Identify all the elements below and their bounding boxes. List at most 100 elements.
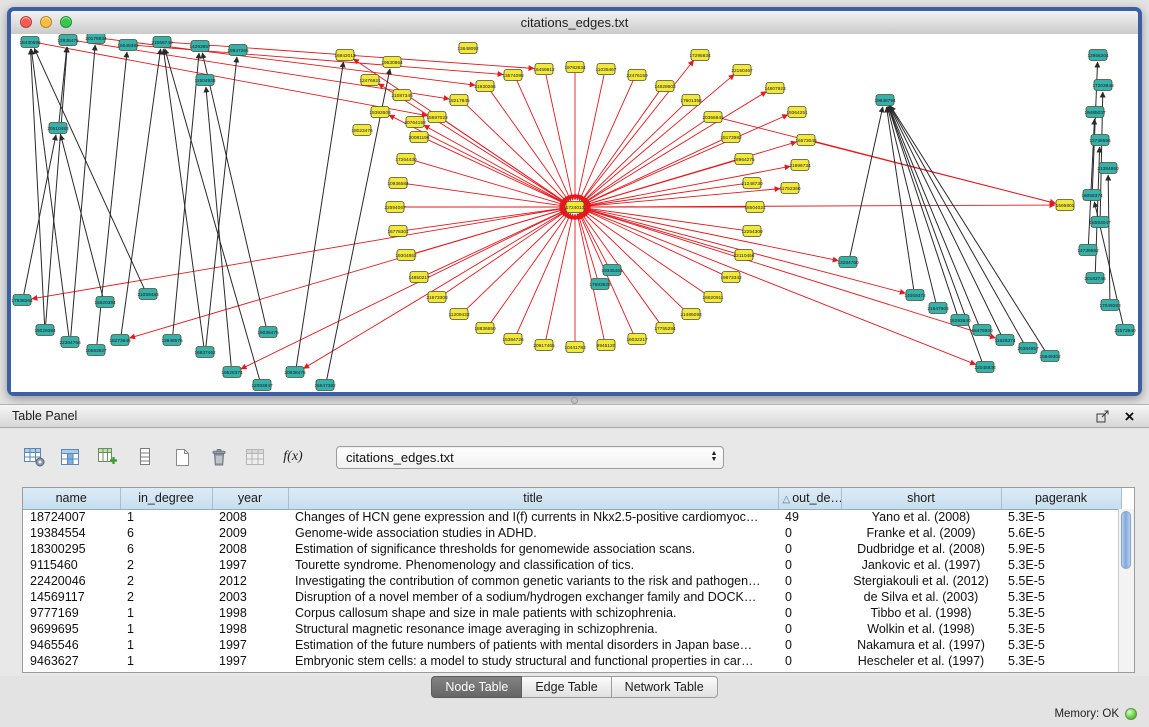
table-cell[interactable]: Structural magnetic resonance image aver… xyxy=(288,621,778,637)
table-cell[interactable]: Tibbo et al. (1998) xyxy=(841,605,1001,621)
graph-node[interactable]: 14850217 xyxy=(408,272,430,283)
window-titlebar[interactable]: citations_edges.txt xyxy=(11,11,1138,35)
graph-node[interactable]: 18964275 xyxy=(733,154,755,165)
table-cell[interactable]: 18724007 xyxy=(23,509,120,525)
table-cell[interactable]: Estimation of significance thresholds fo… xyxy=(288,541,778,557)
table-cell[interactable]: 5.3E-5 xyxy=(1001,605,1121,621)
table-cell[interactable]: 2 xyxy=(120,589,212,605)
table-row[interactable]: 977716911998Corpus callosum shape and si… xyxy=(23,605,1121,621)
graph-node[interactable]: 9945120 xyxy=(597,340,616,351)
graph-node[interactable]: 20510483 xyxy=(47,123,69,134)
table-cell[interactable]: 5.6E-5 xyxy=(1001,525,1121,541)
graph-node[interactable]: 22110456 xyxy=(734,250,755,261)
table-cell[interactable]: 6 xyxy=(120,541,212,557)
graph-node[interactable]: 16842013 xyxy=(334,50,356,61)
graph-node[interactable]: 11928374 xyxy=(995,335,1016,346)
graph-node[interactable]: 20917465 xyxy=(533,340,555,351)
graph-node[interactable]: 17938264 xyxy=(11,295,33,306)
table-cell[interactable]: Corpus callosum shape and size in male p… xyxy=(288,605,778,621)
table-cell[interactable]: 5.3E-5 xyxy=(1001,589,1121,605)
graph-node[interactable]: 16032217 xyxy=(626,334,648,345)
graph-node[interactable]: 10441783 xyxy=(564,342,586,353)
table-cell[interactable]: 0 xyxy=(778,557,841,573)
graph-node[interactable]: 14807923 xyxy=(764,83,786,94)
graph-node[interactable]: 16459812 xyxy=(533,64,555,75)
graph-node[interactable]: 21248730 xyxy=(741,178,763,189)
graph-node[interactable]: 11504938 xyxy=(195,75,216,86)
graph-node[interactable]: 21384950 xyxy=(1097,163,1119,174)
graph-node[interactable]: 22384756 xyxy=(59,337,81,348)
graph-node[interactable]: 22476159 xyxy=(626,70,648,81)
table-row[interactable]: 946362711997Embryonic stem cells: a mode… xyxy=(23,653,1121,669)
table-cell[interactable]: 9699695 xyxy=(23,621,120,637)
table-cell[interactable]: Investigating the contribution of common… xyxy=(288,573,778,589)
table-cell[interactable]: 5.3E-5 xyxy=(1001,621,1121,637)
graph-node[interactable]: 20081196 xyxy=(409,132,430,143)
graph-node[interactable]: 13284750 xyxy=(837,257,859,268)
graph-node[interactable]: 18023476 xyxy=(351,125,373,136)
graph-node[interactable]: 19038475 xyxy=(257,327,279,338)
graph-node[interactable]: 20384957 xyxy=(1017,343,1039,354)
graph-node[interactable]: 18217845 xyxy=(448,95,470,106)
table-cell[interactable]: 5.3E-5 xyxy=(1001,637,1121,653)
graph-node[interactable]: 15384726 xyxy=(502,334,524,345)
table-cell[interactable]: 5.9E-5 xyxy=(1001,541,1121,557)
table-cell[interactable]: 22420046 xyxy=(23,573,120,589)
graph-node[interactable]: 14739582 xyxy=(1077,245,1099,256)
table-cell[interactable]: Disruption of a novel member of a sodium… xyxy=(288,589,778,605)
table-cell[interactable]: Dudbridge et al. (2008) xyxy=(841,541,1001,557)
graph-node[interactable]: 16293840 xyxy=(949,315,971,326)
create-column-icon[interactable] xyxy=(96,446,120,468)
graph-node[interactable]: 19847265 xyxy=(227,45,249,56)
column-header-in-degree[interactable]: in_degree xyxy=(120,488,212,509)
column-header-out-degree[interactable]: △out_de… xyxy=(778,488,841,509)
table-cell[interactable]: 9115460 xyxy=(23,557,120,573)
table-cell[interactable]: 2008 xyxy=(212,509,288,525)
graph-node[interactable]: 21573940 xyxy=(1114,325,1136,336)
table-cell[interactable]: 5.5E-5 xyxy=(1001,573,1121,589)
graph-node[interactable]: 14059372 xyxy=(904,290,926,301)
show-columns-icon[interactable] xyxy=(59,446,83,468)
table-row[interactable]: 911546021997Tourette syndrome. Phenomeno… xyxy=(23,557,1121,573)
table-cell[interactable]: Nakamura et al. (1997) xyxy=(841,637,1001,653)
table-cell[interactable]: 18300295 xyxy=(23,541,120,557)
table-row[interactable]: 2242004622012Investigating the contribut… xyxy=(23,573,1121,589)
graph-node[interactable]: 11035467 xyxy=(596,64,617,75)
split-pane-handle[interactable] xyxy=(571,397,578,404)
graph-node[interactable]: 19304852 xyxy=(395,250,417,261)
table-cell[interactable]: 9777169 xyxy=(23,605,120,621)
graph-node[interactable]: 17295834 xyxy=(689,50,711,61)
graph-node[interactable]: 22594067 xyxy=(384,202,406,213)
graph-node[interactable]: 15029384 xyxy=(34,325,56,336)
network-canvas-area[interactable]: 1724013185040211225430922110456198733421… xyxy=(11,34,1138,392)
graph-node[interactable]: 15697023 xyxy=(426,112,448,123)
graph-node[interactable]: 15849302 xyxy=(1039,351,1061,362)
row-options-icon[interactable] xyxy=(133,446,157,468)
graph-node[interactable]: 18504021 xyxy=(744,202,766,213)
table-cell[interactable]: 5.3E-5 xyxy=(1001,653,1121,669)
tab-edge-table[interactable]: Edge Table xyxy=(522,676,611,698)
table-cell[interactable]: 1 xyxy=(120,653,212,669)
table-cell[interactable]: 2008 xyxy=(212,541,288,557)
column-header-title[interactable]: title xyxy=(288,488,778,509)
graph-node[interactable]: 15173982 xyxy=(720,132,742,143)
table-cell[interactable]: Wolkin et al. (1998) xyxy=(841,621,1001,637)
column-header-year[interactable]: year xyxy=(212,488,288,509)
graph-node[interactable]: 1595801 xyxy=(1056,200,1075,211)
table-cell[interactable]: Franke et al. (2009) xyxy=(841,525,1001,541)
network-canvas[interactable]: 1724013185040211225430922110456198733421… xyxy=(11,34,1138,392)
table-cell[interactable]: Changes of HCN gene expression and I(f) … xyxy=(288,509,778,525)
table-cell[interactable]: 1 xyxy=(120,509,212,525)
graph-node[interactable]: 21847503 xyxy=(927,303,949,314)
table-cell[interactable]: Yano et al. (2008) xyxy=(841,509,1001,525)
table-cell[interactable]: 1997 xyxy=(212,653,288,669)
table-cell[interactable]: 14569117 xyxy=(23,589,120,605)
graph-node[interactable]: 21568740 xyxy=(151,37,173,48)
minimize-window-button[interactable] xyxy=(40,16,52,28)
column-header-pagerank[interactable]: pagerank xyxy=(1001,488,1121,509)
graph-node[interactable]: 19345451 xyxy=(601,265,623,276)
table-cell[interactable]: 0 xyxy=(778,573,841,589)
graph-node[interactable]: 18273645 xyxy=(109,335,131,346)
close-window-button[interactable] xyxy=(20,16,32,28)
table-cell[interactable]: 2 xyxy=(120,557,212,573)
